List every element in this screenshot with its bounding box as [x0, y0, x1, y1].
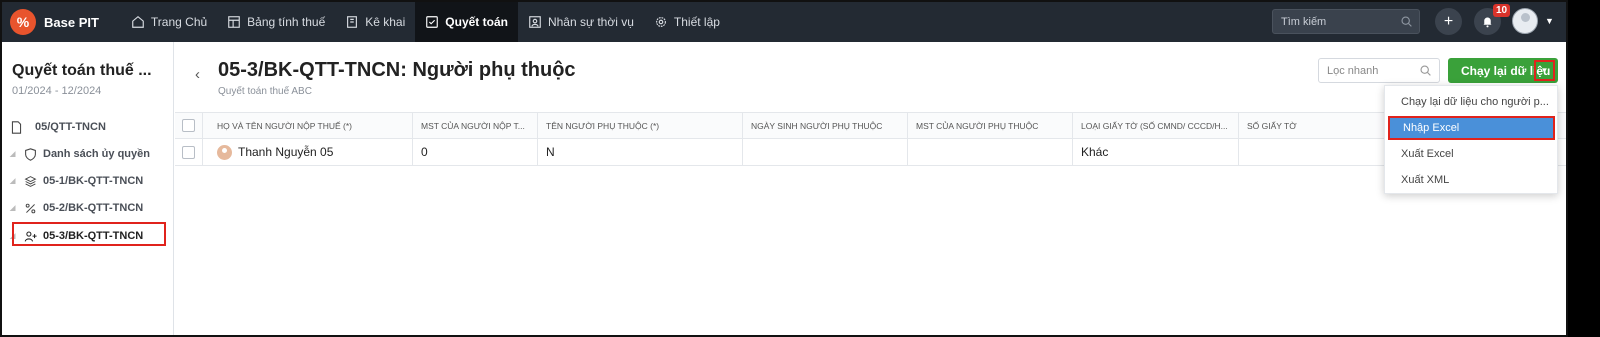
- menu-item-rerun-for-person[interactable]: Chạy lại dữ liệu cho người p...: [1385, 90, 1559, 114]
- back-chevron-icon[interactable]: ‹: [195, 66, 200, 83]
- nav-item-thiet-lap[interactable]: Thiết lập: [644, 2, 730, 42]
- person: Thanh Nguyễn 05: [217, 144, 334, 160]
- plus-icon: +: [1443, 12, 1454, 30]
- layers-icon: [24, 175, 37, 187]
- rerun-dropdown-menu: Chạy lại dữ liệu cho người p... Nhập Exc…: [1384, 85, 1558, 194]
- sidebar: Quyết toán thuế ... 01/2024 - 12/2024 05…: [2, 42, 174, 335]
- menu-item-export-excel[interactable]: Xuất Excel: [1385, 142, 1559, 166]
- sidebar-item-label: 05-2/BK-QTT-TNCN: [43, 202, 144, 214]
- book-icon: [347, 16, 358, 28]
- taxpayer-mst-cell: 0: [413, 139, 538, 165]
- column-header[interactable]: NGÀY SINH NGƯỜI PHỤ THUỘC: [743, 113, 908, 138]
- page-subtitle: Quyết toán thuế ABC: [218, 86, 312, 97]
- dependents-table: HỌ VÀ TÊN NGƯỜI NỘP THUẾ (*) MST CỦA NGƯ…: [175, 112, 1566, 166]
- table-header-row: HỌ VÀ TÊN NGƯỜI NỘP THUẾ (*) MST CỦA NGƯ…: [175, 112, 1566, 139]
- quick-filter-placeholder: Lọc nhanh: [1327, 64, 1379, 77]
- dependent-mst-cell: [908, 139, 1073, 165]
- chevron-down-icon[interactable]: ▼: [1545, 16, 1554, 26]
- sidebar-period: 01/2024 - 12/2024: [12, 85, 102, 97]
- percent-icon: [25, 203, 36, 213]
- nav-label: Nhân sự thời vụ: [547, 15, 634, 29]
- nav-item-trang-chu[interactable]: Trang Chủ: [121, 2, 217, 42]
- checklist-icon: [426, 16, 439, 28]
- sidebar-item-label: 05-1/BK-QTT-TNCN: [43, 175, 144, 187]
- sidebar-title: Quyết toán thuế ...: [12, 62, 152, 79]
- home-icon: [132, 16, 144, 28]
- file-icon: [11, 120, 22, 134]
- active-item-highlight: [12, 222, 166, 246]
- person-avatar-icon: [217, 144, 232, 160]
- row-checkbox-cell[interactable]: [175, 139, 203, 165]
- row-checkbox[interactable]: [182, 145, 195, 159]
- taxpayer-name-cell: Thanh Nguyễn 05: [203, 139, 413, 165]
- document-type-cell: Khác: [1073, 139, 1239, 165]
- select-all-checkbox-cell[interactable]: [175, 113, 203, 138]
- select-all-checkbox[interactable]: [182, 119, 195, 132]
- search-placeholder: Tìm kiếm: [1281, 15, 1327, 28]
- nav-label: Bảng tính thuế: [247, 15, 326, 29]
- table-icon: [228, 16, 240, 28]
- quick-filter-input[interactable]: Lọc nhanh: [1318, 58, 1440, 83]
- nav-item-quyet-toan[interactable]: Quyết toán: [415, 2, 518, 42]
- caret-down-icon: ▼: [1540, 66, 1549, 75]
- sidebar-item-label: Danh sách ủy quyền: [43, 148, 150, 160]
- expand-icon[interactable]: ◢: [10, 204, 18, 212]
- rerun-dropdown-toggle[interactable]: ▼: [1534, 60, 1555, 81]
- add-button[interactable]: +: [1435, 8, 1462, 35]
- nav-item-nhan-su-thoi-vu[interactable]: Nhân sự thời vụ: [518, 2, 644, 42]
- nav-label: Quyết toán: [445, 15, 508, 29]
- shield-icon: [25, 147, 36, 161]
- expand-icon[interactable]: ◢: [10, 150, 18, 158]
- dependent-dob-cell: [743, 139, 908, 165]
- nav-label: Kê khai: [365, 15, 406, 29]
- top-navbar: % Base PIT Trang Chủ Bảng tính thuế Kê k…: [2, 2, 1566, 42]
- nav-label: Trang Chủ: [150, 15, 208, 29]
- taxpayer-name: Thanh Nguyễn 05: [238, 145, 334, 159]
- column-header[interactable]: LOẠI GIẤY TỜ (SỐ CMND/ CCCD/H...: [1073, 113, 1239, 138]
- table-row[interactable]: Thanh Nguyễn 05 0 N Khác: [175, 139, 1566, 166]
- user-avatar[interactable]: [1512, 8, 1538, 34]
- expand-icon[interactable]: ◢: [10, 177, 18, 185]
- sidebar-item-05-qtt-tncn[interactable]: 05/QTT-TNCN: [10, 115, 106, 139]
- sidebar-item-danh-sach-uy-quyen[interactable]: ◢ Danh sách ủy quyền: [10, 142, 150, 166]
- main-nav: Trang Chủ Bảng tính thuế Kê khai Quyết t…: [121, 2, 730, 42]
- nav-label: Thiết lập: [673, 15, 720, 29]
- sidebar-item-05-1-bk-qtt-tncn[interactable]: ◢ 05-1/BK-QTT-TNCN: [10, 169, 143, 193]
- app-name[interactable]: Base PIT: [44, 15, 99, 30]
- column-header[interactable]: TÊN NGƯỜI PHỤ THUỘC (*): [538, 113, 743, 138]
- sidebar-item-label: 05/QTT-TNCN: [35, 121, 106, 133]
- global-search-input[interactable]: Tìm kiếm: [1272, 9, 1420, 34]
- search-icon: [1420, 65, 1431, 76]
- app-window: % Base PIT Trang Chủ Bảng tính thuế Kê k…: [0, 0, 1568, 337]
- column-header[interactable]: MST CỦA NGƯỜI PHỤ THUỘC: [908, 113, 1073, 138]
- column-header[interactable]: MST CỦA NGƯỜI NỘP T...: [413, 113, 538, 138]
- nav-item-ke-khai[interactable]: Kê khai: [335, 2, 415, 42]
- menu-item-export-xml[interactable]: Xuất XML: [1385, 168, 1559, 192]
- app-logo[interactable]: %: [10, 9, 36, 35]
- notification-count-badge: 10: [1493, 4, 1511, 17]
- gear-icon: [655, 17, 666, 27]
- nav-item-bang-tinh-thue[interactable]: Bảng tính thuế: [217, 2, 335, 42]
- search-icon: [1401, 16, 1412, 27]
- menu-item-import-excel[interactable]: Nhập Excel: [1388, 116, 1555, 140]
- sidebar-item-05-2-bk-qtt-tncn[interactable]: ◢ 05-2/BK-QTT-TNCN: [10, 196, 143, 220]
- dependent-name-cell: N: [538, 139, 743, 165]
- column-header[interactable]: HỌ VÀ TÊN NGƯỜI NỘP THUẾ (*): [203, 113, 413, 138]
- page-title: 05-3/BK-QTT-TNCN: Người phụ thuộc: [218, 59, 576, 81]
- bell-icon: [1483, 17, 1492, 28]
- person-icon: [529, 16, 541, 28]
